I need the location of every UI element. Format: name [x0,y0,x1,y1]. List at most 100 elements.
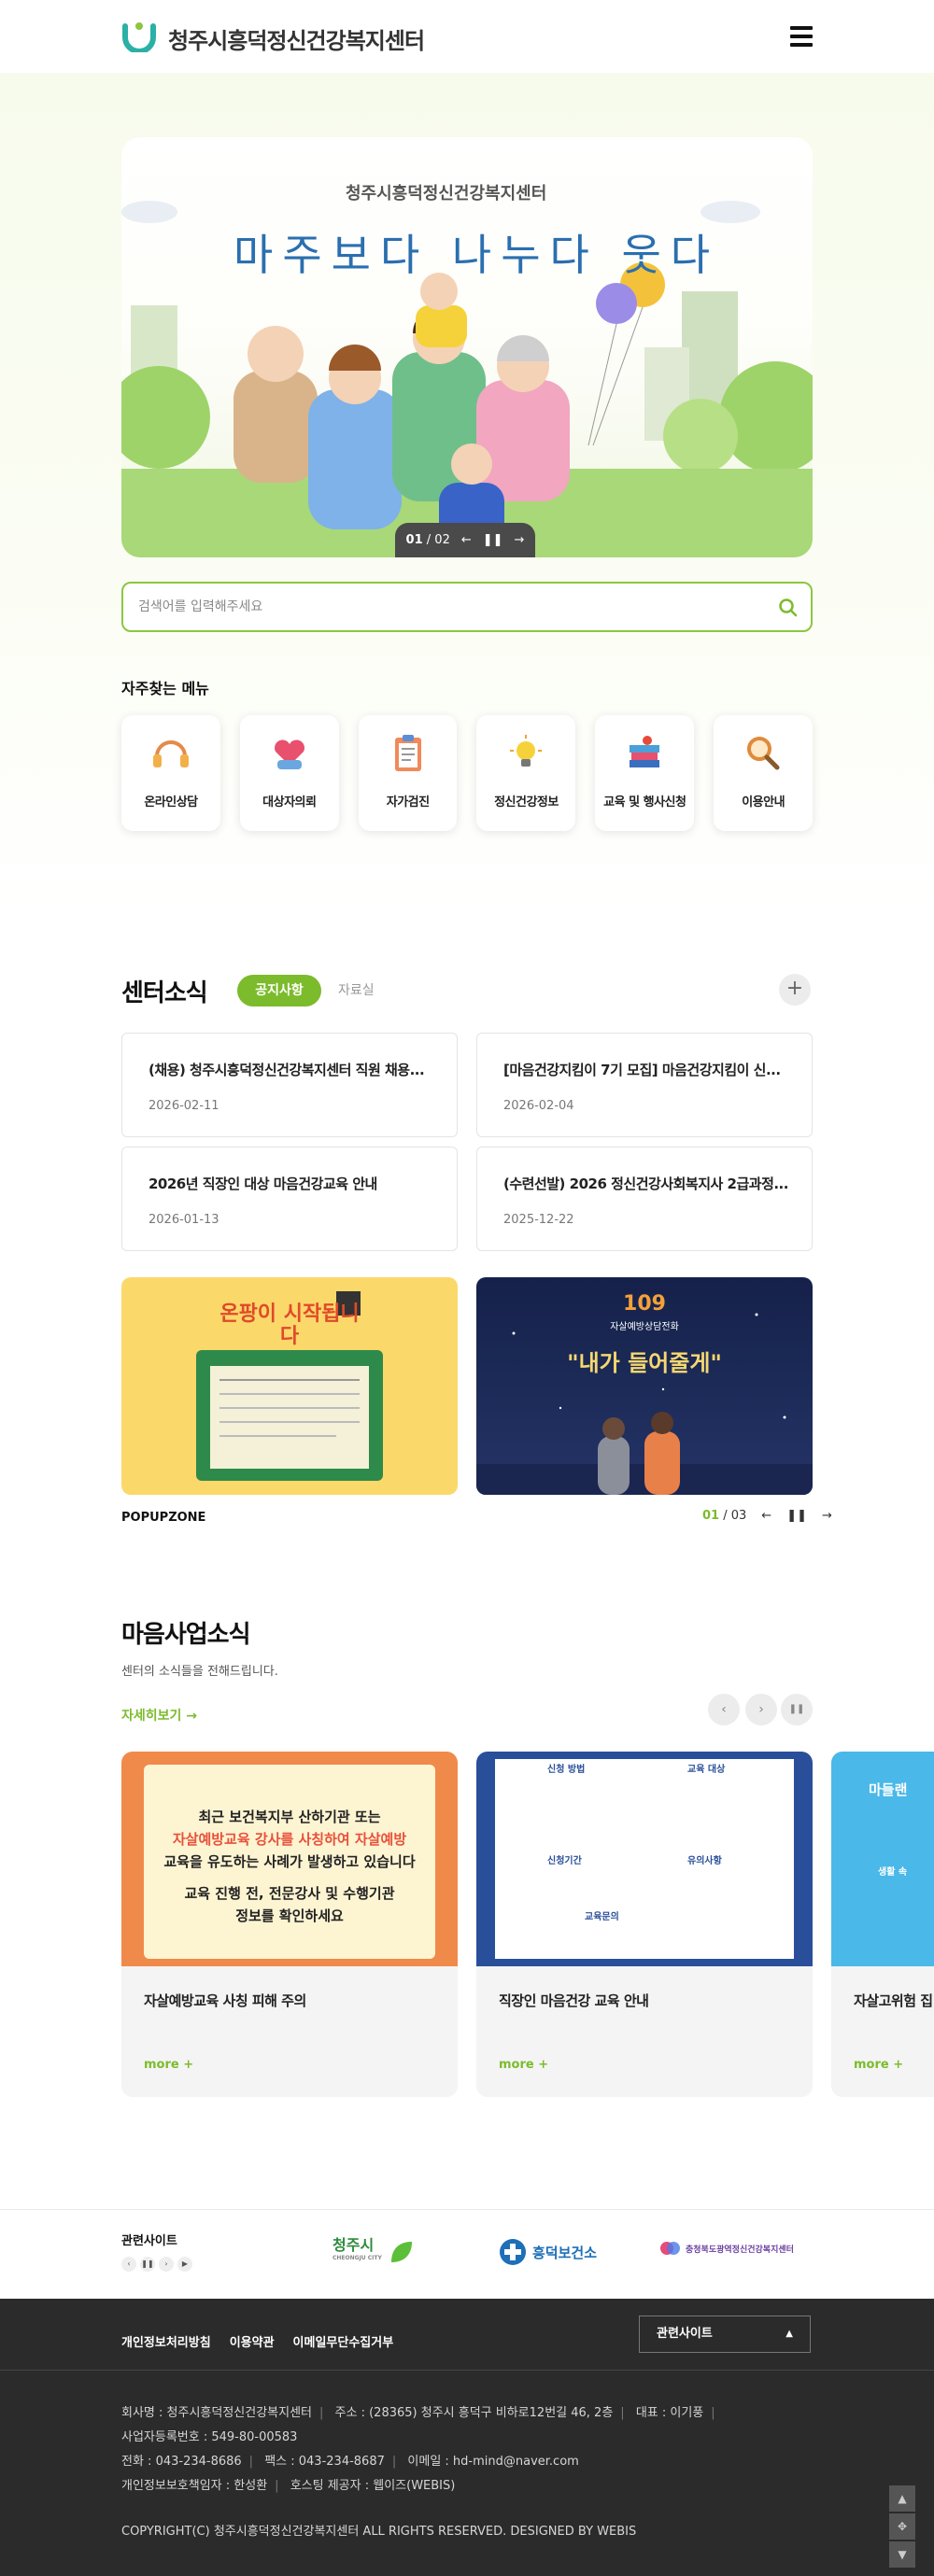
news-item[interactable]: 2026년 직장인 대상 마음건강교육 안내 2026-01-13 [121,1147,458,1251]
quick-menu-title: 자주찾는 메뉴 [121,680,209,697]
hero-banner[interactable]: 청주시흥덕정신건강복지센터 마주보다 나누다 웃다 01 / 02 ← ❚❚ → [121,137,813,557]
maeum-news-card-title: 자살예방교육 사칭 피해 주의 [144,1992,306,2009]
popup-2-number: 109 [623,1292,666,1316]
related-site-cheongju[interactable]: 청주시 CHEONGJU CITY [333,2238,416,2266]
related-site-chungbuk-mental-health[interactable]: 충청북도광역정신건강복지센터 [659,2238,794,2259]
image-text-line: 신청 방법 [547,1765,586,1775]
pause-icon[interactable]: ❚❚ [140,2257,155,2272]
play-icon[interactable]: ▶ [177,2257,192,2272]
related-site-name: 흥덕보건소 [532,2244,598,2261]
maeum-news-card-image: 신청 방법 교육 대상 신청기간 유의사항 교육문의 [476,1752,813,1966]
image-text-line: 자살예방교육 강사를 사칭하여 자살예방 [172,1831,407,1848]
quick-menu-guide[interactable]: 이용안내 [714,715,813,831]
site-name[interactable]: 청주시흥덕정신건강복지센터 [168,22,425,55]
maeum-news-card-more[interactable]: more + [499,2058,548,2072]
footer-info-line: 전화 : 043-234-8686 | 팩스 : 043-234-8687 | 이메… [121,2455,579,2469]
maeum-news-subtitle: 센터의 소식들을 전해드립니다. [121,1665,278,1679]
news-item-title: 2026년 직장인 대상 마음건강교육 안내 [149,1175,377,1192]
pause-icon[interactable]: ❚❚ [781,1694,813,1725]
maeum-news-card-more[interactable]: more + [144,2058,193,2072]
magnifier-icon [747,737,780,770]
center-news-more-button[interactable]: + [779,974,811,1006]
maeum-news-card-title: 자살고위험 집 [854,1992,933,2009]
cheongju-wordmark: 청주시 CHEONGJU CITY [333,2238,382,2265]
chevron-left-icon[interactable]: ‹ [708,1694,740,1725]
footer-business-number: 사업자등록번호 : 549-80-00583 [121,2430,298,2444]
chevron-right-icon[interactable]: › [159,2257,174,2272]
quick-menu-online-counseling[interactable]: 온라인상담 [121,715,220,831]
popupzone-total: / 03 [723,1509,747,1523]
search-bar [121,582,813,632]
footer-info-line: 회사명 : 청주시흥덕정신건강복지센터 | 주소 : (28365) 청주시 흥덕… [121,2406,715,2420]
footer-links: 개인정보처리방침 이용약관 이메일무단수집거부 [121,2332,393,2350]
popup-2-caption: 자살예방상담전화 [610,1322,679,1332]
tab-notice[interactable]: 공지사항 [237,975,321,1006]
footer-email: 이메일 : hd-mind@naver.com [407,2455,579,2469]
image-text-line: 교육 대상 [687,1765,726,1775]
news-item[interactable]: [마음건강지킴이 7기 모집] 마음건강지킴이 신... 2026-02-04 [476,1033,813,1137]
related-sites-select[interactable]: 관련사이트 ▲ [639,2316,811,2353]
chevron-left-icon[interactable]: ‹ [121,2257,136,2272]
news-item[interactable]: (채용) 청주시흥덕정신건강복지센터 직원 채용... 2026-02-11 [121,1033,458,1137]
next-arrow-icon[interactable]: → [515,533,525,547]
prev-arrow-icon[interactable]: ← [461,533,472,547]
hero-slide-current: 01 [405,533,423,547]
quick-menu-self-check[interactable]: 자가검진 [358,715,458,831]
chevron-right-icon[interactable]: › [745,1694,777,1725]
hero-slide-indicator: 01 / 02 [406,533,450,547]
maeum-news-card-more[interactable]: more + [854,2058,903,2072]
footer-link-email-refusal[interactable]: 이메일무단수집거부 [293,2332,394,2350]
caret-up-icon: ▲ [785,2329,793,2339]
popupzone-label: POPUPZONE [121,1511,206,1525]
related-site-heungdeok-health[interactable]: 흥덕보건소 [499,2238,597,2266]
scroll-controls: ▲ ✥ ▼ [889,2485,915,2569]
popup-banner-2[interactable]: 109 자살예방상담전화 "내가 들어줄게" [476,1277,813,1495]
footer-copyright: COPYRIGHT(C) 청주시흥덕정신건강복지센터 ALL RIGHTS RE… [121,2525,637,2539]
tab-archive[interactable]: 자료실 [338,975,375,1006]
prev-arrow-icon[interactable]: ← [761,1509,771,1523]
maeum-news-more-link[interactable]: 자세히보기 → [121,1706,197,1724]
image-text-line: 교육을 유도하는 사례가 발생하고 있습니다 [163,1853,416,1870]
next-arrow-icon[interactable]: → [822,1509,832,1523]
related-sites-select-label: 관련사이트 [657,2327,713,2341]
footer-link-terms[interactable]: 이용약관 [230,2332,275,2350]
maeum-news-card[interactable]: 신청 방법 교육 대상 신청기간 유의사항 교육문의 직장인 마음건강 교육 안… [476,1752,813,2097]
logo-icon[interactable] [121,21,157,52]
related-sites-label: 관련사이트 [121,2234,177,2248]
search-input[interactable] [138,597,745,617]
card-1-image-text: 최근 보건복지부 산하기관 또는 자살예방교육 강사를 사칭하여 자살예방 교육… [144,1806,435,1927]
maeum-news-card[interactable]: 최근 보건복지부 산하기관 또는 자살예방교육 강사를 사칭하여 자살예방 교육… [121,1752,458,2097]
center-news-title: 센터소식 [121,979,208,1007]
footer-link-privacy[interactable]: 개인정보처리방침 [121,2332,211,2350]
pause-icon[interactable]: ❚❚ [483,533,503,547]
quick-menu-label: 이용안내 [742,795,785,809]
maeum-news-card-image: 최근 보건복지부 산하기관 또는 자살예방교육 강사를 사칭하여 자살예방 교육… [121,1752,458,1966]
pause-icon[interactable]: ❚❚ [786,1509,807,1523]
footer-phone: 전화 : 043-234-8686 [121,2455,242,2469]
news-item[interactable]: (수련선발) 2026 정신건강사회복지사 2급과정... 2025-12-22 [476,1147,813,1251]
quick-menu-label: 자가검진 [386,795,430,809]
image-text-line: 최근 보건복지부 산하기관 또는 [198,1809,381,1825]
maeum-news-card-title: 직장인 마음건강 교육 안내 [499,1992,649,2009]
menu-icon[interactable] [790,26,813,47]
hero-brand: 청주시흥덕정신건강복지센터 [346,184,547,204]
search-icon[interactable] [777,597,800,619]
scroll-bottom-icon[interactable]: ▼ [889,2541,915,2568]
quick-menu-mental-health-info[interactable]: 정신건강정보 [476,715,576,831]
scroll-top-icon[interactable]: ▲ [889,2485,915,2512]
heart-hand-icon [274,739,304,769]
popupzone-indicator: 01 / 03 [702,1509,746,1523]
move-icon[interactable]: ✥ [889,2513,915,2540]
quick-menu-education-events[interactable]: 교육 및 행사신청 [595,715,695,831]
image-text-line: 교육 진행 전, 전문강사 및 수행기관 [184,1885,395,1902]
leaf-icon [390,2242,412,2262]
maeum-news-card[interactable]: 마들랜 생활 속 자살고위험 집 more + [831,1752,934,2097]
headset-icon [153,740,189,767]
image-text-line: 유의사항 [687,1856,722,1866]
poster-shape [495,1759,794,1959]
footer-fax: 팩스 : 043-234-8687 [264,2455,385,2469]
news-item-date: 2026-02-11 [149,1099,219,1113]
popupzone-controls: 01 / 03 ← ❚❚ → [702,1509,832,1523]
popup-banner-1[interactable]: 온팡이 시작됩니다 [121,1277,458,1495]
quick-menu-referral[interactable]: 대상자의뢰 [239,715,339,831]
